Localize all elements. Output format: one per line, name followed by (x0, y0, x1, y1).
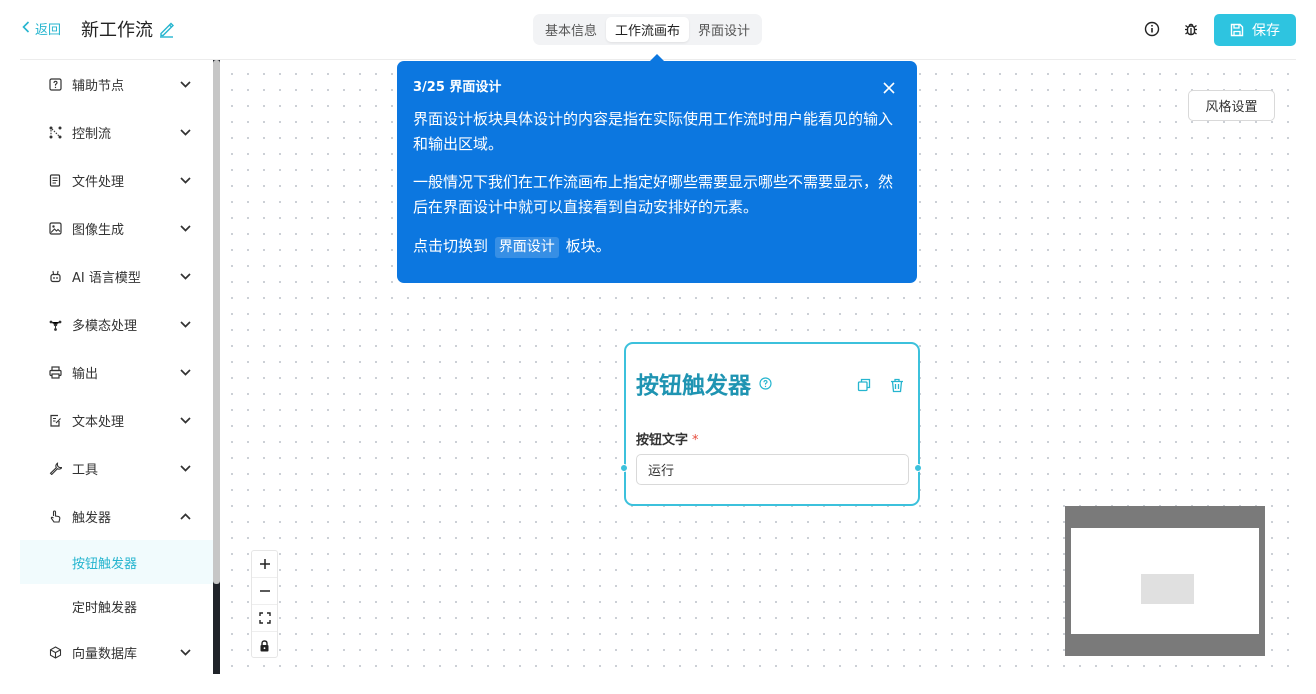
back-button[interactable]: 返回 (22, 19, 61, 38)
wrench-icon (48, 461, 62, 475)
zoom-in-button[interactable] (252, 551, 277, 578)
chevron-down-icon (179, 174, 191, 186)
help-circle-icon[interactable] (759, 376, 772, 390)
flow-icon (48, 125, 62, 139)
lock-icon (260, 639, 269, 651)
chevron-down-icon (179, 126, 191, 138)
copy-icon[interactable] (856, 377, 872, 393)
sidebar-subitem-button-trigger[interactable]: 按钮触发器 (20, 540, 213, 584)
button-text-input[interactable] (636, 454, 909, 485)
chevron-down-icon (179, 270, 191, 282)
sidebar-item-vector-database[interactable]: 向量数据库 (20, 628, 213, 674)
edit-title-icon[interactable] (158, 21, 175, 38)
workflow-title: 新工作流 (81, 16, 175, 42)
image-icon (48, 221, 62, 235)
node-input-handle[interactable] (620, 464, 628, 472)
sidebar-item-triggers[interactable]: 触发器 (20, 492, 213, 540)
cube-icon (48, 645, 62, 659)
help-square-icon (48, 77, 62, 91)
bug-icon[interactable] (1182, 20, 1200, 38)
sidebar-item-control-flow[interactable]: 控制流 (20, 108, 213, 156)
chevron-down-icon (179, 318, 191, 330)
button-trigger-node[interactable]: 按钮触发器 按钮文字 * (624, 342, 920, 506)
fit-view-button[interactable] (252, 605, 277, 632)
save-icon (1230, 23, 1244, 37)
tour-step-title: 3/25 界面设计 (413, 80, 502, 95)
pointer-icon (48, 509, 62, 523)
workflow-title-text: 新工作流 (81, 20, 153, 41)
minus-icon (259, 590, 270, 592)
chevron-down-icon (179, 462, 191, 474)
tour-paragraph-1: 界面设计板块具体设计的内容是指在实际使用工作流时用户能看见的输入和输出区域。 (413, 110, 894, 153)
node-library-sidebar: 辅助节点 控制流 文件处理 图像生成 AI 语言模型 多模态处理 输出 文本处理 (20, 60, 213, 674)
node-output-handle[interactable] (914, 464, 922, 472)
sidebar-item-image-generation[interactable]: 图像生成 (20, 204, 213, 252)
node-title: 按钮触发器 (636, 366, 772, 400)
minimap-node (1141, 574, 1194, 604)
tab-ui-design[interactable]: 界面设计 (689, 17, 759, 42)
close-icon[interactable] (882, 80, 896, 94)
sidebar-subitem-timer-trigger[interactable]: 定时触发器 (20, 584, 213, 628)
tab-basic-info[interactable]: 基本信息 (536, 17, 606, 42)
sidebar-scrollbar-thumb[interactable] (213, 60, 220, 584)
chevron-up-icon (179, 510, 191, 522)
plus-icon (259, 559, 270, 569)
chevron-down-icon (179, 646, 191, 658)
chevron-down-icon (179, 222, 191, 234)
network-icon (48, 317, 62, 331)
sidebar-item-helper-nodes[interactable]: 辅助节点 (20, 60, 213, 108)
printer-icon (48, 365, 62, 379)
back-label: 返回 (35, 23, 62, 38)
edit-file-icon (48, 413, 62, 427)
tour-paragraph-2: 一般情况下我们在工作流画布上指定好哪些需要显示哪些不需要显示，然后在界面设计中就… (413, 173, 894, 216)
sidebar-item-tools[interactable]: 工具 (20, 444, 213, 492)
lock-button[interactable] (252, 632, 277, 659)
sidebar-item-multimodal[interactable]: 多模态处理 (20, 300, 213, 348)
chevron-left-icon (22, 21, 30, 36)
fit-view-icon (258, 612, 271, 624)
tour-paragraph-3: 点击切换到 界面设计 板块。 (413, 234, 901, 259)
tour-guide-popover: 3/25 界面设计 界面设计板块具体设计的内容是指在实际使用工作流时用户能看见的… (397, 61, 917, 283)
tour-highlight-ui-design: 界面设计 (494, 237, 559, 258)
chevron-down-icon (179, 78, 191, 90)
save-button[interactable]: 保存 (1214, 14, 1296, 46)
tab-workflow-canvas[interactable]: 工作流画布 (606, 17, 690, 42)
sidebar-item-output[interactable]: 输出 (20, 348, 213, 396)
chevron-down-icon (179, 366, 191, 378)
zoom-controls (251, 550, 278, 658)
save-label: 保存 (1252, 23, 1280, 39)
sidebar-item-file-processing[interactable]: 文件处理 (20, 156, 213, 204)
trash-icon[interactable] (889, 377, 905, 393)
file-icon (48, 173, 62, 187)
sidebar-item-ai-language-model[interactable]: AI 语言模型 (20, 252, 213, 300)
mode-tabs: 基本信息 工作流画布 界面设计 (533, 14, 763, 45)
chevron-down-icon (179, 414, 191, 426)
info-icon[interactable] (1143, 20, 1161, 38)
sidebar-item-text-processing[interactable]: 文本处理 (20, 396, 213, 444)
canvas-minimap[interactable] (1065, 506, 1265, 656)
required-mark: * (692, 433, 699, 448)
button-text-label: 按钮文字 * (636, 433, 699, 448)
style-settings-button[interactable]: 风格设置 (1188, 90, 1275, 121)
top-header: 返回 新工作流 基本信息 工作流画布 界面设计 保存 (0, 0, 1316, 60)
zoom-out-button[interactable] (252, 578, 277, 605)
robot-icon (48, 269, 62, 283)
